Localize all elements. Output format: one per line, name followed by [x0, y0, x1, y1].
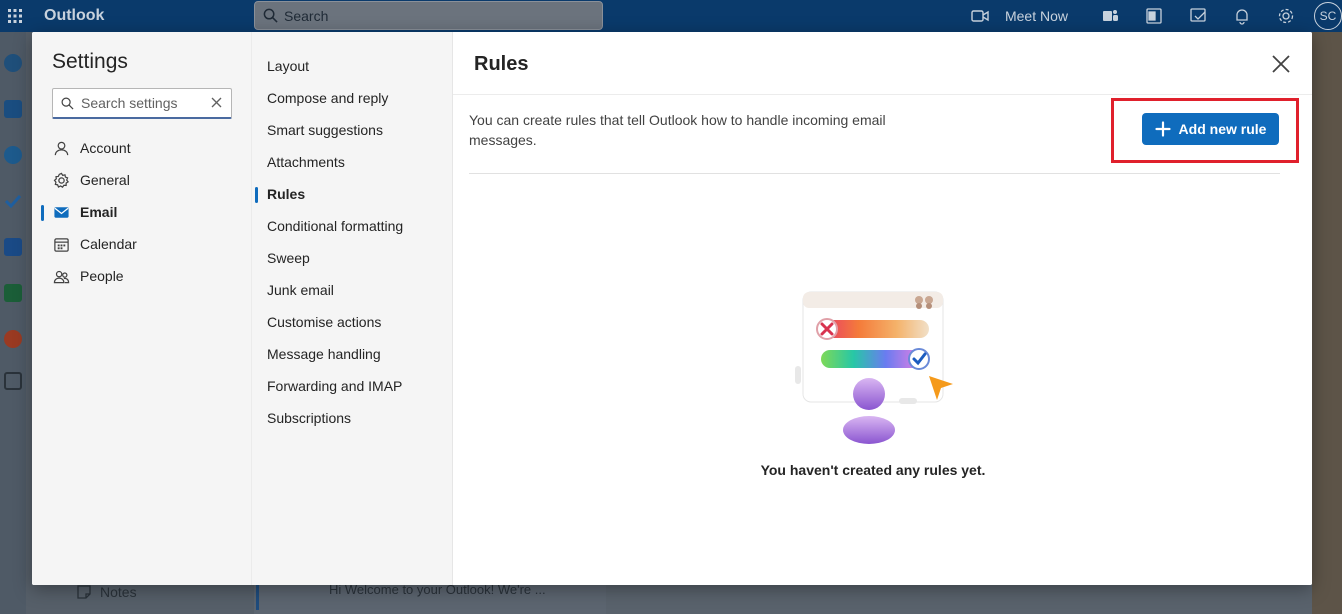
section-junk-email[interactable]: Junk email	[267, 280, 334, 300]
gear-icon	[52, 171, 70, 189]
settings-category-nav: Settings Search settings Account General…	[32, 32, 251, 585]
rules-empty-illustration	[795, 291, 953, 444]
app-launcher-icon[interactable]	[2, 0, 28, 32]
onenote-icon[interactable]	[1145, 7, 1163, 25]
settings-search-input[interactable]: Search settings	[52, 88, 232, 119]
category-general[interactable]: General	[52, 169, 242, 191]
active-category-indicator	[41, 205, 44, 221]
empty-state-message: You haven't created any rules yet.	[760, 462, 986, 478]
calendar-app-icon[interactable]	[4, 100, 22, 118]
section-attachments[interactable]: Attachments	[267, 152, 345, 172]
bell-icon[interactable]	[1233, 7, 1251, 25]
section-forwarding-and-imap[interactable]: Forwarding and IMAP	[267, 376, 402, 396]
excel-app-icon[interactable]	[4, 284, 22, 302]
header-divider	[453, 94, 1312, 95]
note-icon	[77, 585, 91, 599]
section-conditional-formatting[interactable]: Conditional formatting	[267, 216, 403, 236]
content-divider	[469, 173, 1280, 174]
global-search-placeholder: Search	[284, 7, 329, 24]
category-account-label: Account	[80, 140, 131, 156]
section-rules[interactable]: Rules	[267, 184, 305, 204]
powerpoint-app-icon[interactable]	[4, 330, 22, 348]
category-calendar-label: Calendar	[80, 236, 137, 252]
category-people-label: People	[80, 268, 124, 284]
meet-now-label: Meet Now	[1004, 8, 1068, 24]
video-camera-icon	[971, 10, 989, 22]
app-header: Outlook Search Meet Now SC	[0, 0, 1342, 32]
more-apps-icon[interactable]	[4, 372, 22, 390]
gear-icon[interactable]	[1277, 7, 1295, 25]
mail-app-icon[interactable]	[4, 54, 22, 72]
word-app-icon[interactable]	[4, 238, 22, 256]
category-email[interactable]: Email	[52, 201, 242, 223]
page-title: Rules	[474, 53, 529, 75]
person-icon	[52, 139, 70, 157]
meet-now-button[interactable]: Meet Now	[971, 8, 1068, 24]
todo-app-icon[interactable]	[4, 192, 22, 210]
people-app-icon[interactable]	[4, 146, 22, 164]
app-name: Outlook	[44, 7, 105, 24]
category-calendar[interactable]: Calendar	[52, 233, 242, 255]
settings-search-placeholder: Search settings	[81, 95, 178, 111]
plus-icon	[1154, 121, 1171, 137]
section-message-handling[interactable]: Message handling	[267, 344, 381, 364]
add-new-rule-button[interactable]: Add new rule	[1142, 113, 1279, 145]
clear-icon[interactable]	[211, 97, 222, 108]
search-icon	[263, 8, 278, 23]
global-search-input[interactable]: Search	[254, 1, 603, 30]
ad-panel	[1312, 32, 1342, 614]
category-account[interactable]: Account	[52, 137, 242, 159]
email-settings-nav: Layout Compose and reply Smart suggestio…	[251, 32, 452, 585]
active-section-indicator	[255, 187, 258, 203]
settings-title: Settings	[52, 50, 128, 73]
close-button[interactable]	[1270, 53, 1292, 75]
people-icon	[52, 267, 70, 285]
rules-description: You can create rules that tell Outlook h…	[469, 112, 886, 148]
notes-nav-item[interactable]: Notes	[76, 584, 137, 600]
todo-icon[interactable]	[1189, 7, 1207, 25]
section-compose-and-reply[interactable]: Compose and reply	[267, 88, 388, 108]
close-icon	[1272, 55, 1290, 73]
teams-icon[interactable]	[1101, 7, 1119, 25]
mail-icon	[52, 203, 70, 221]
section-smart-suggestions[interactable]: Smart suggestions	[267, 120, 383, 140]
section-subscriptions[interactable]: Subscriptions	[267, 408, 351, 428]
settings-dialog: Settings Search settings Account General…	[32, 32, 1312, 585]
section-layout[interactable]: Layout	[267, 56, 309, 76]
category-people[interactable]: People	[52, 265, 242, 287]
add-new-rule-label: Add new rule	[1178, 121, 1267, 137]
category-email-label: Email	[80, 204, 118, 220]
notes-label: Notes	[100, 584, 137, 600]
search-icon	[61, 97, 74, 109]
section-customise-actions[interactable]: Customise actions	[267, 312, 381, 332]
section-sweep[interactable]: Sweep	[267, 248, 310, 268]
avatar[interactable]: SC	[1314, 2, 1342, 30]
app-rail	[0, 32, 26, 614]
calendar-icon	[52, 235, 70, 253]
rules-panel: Rules You can create rules that tell Out…	[452, 32, 1312, 585]
category-general-label: General	[80, 172, 130, 188]
